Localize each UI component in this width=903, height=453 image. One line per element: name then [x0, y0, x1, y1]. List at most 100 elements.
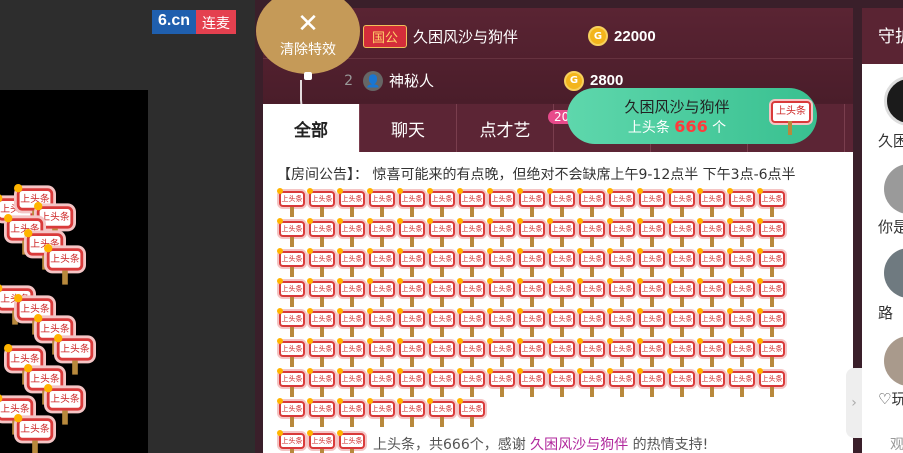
gift-sign-icon: 上头条 — [397, 218, 426, 247]
gift-sign-icon: 上头条 — [757, 188, 786, 217]
star-icon — [457, 368, 463, 374]
gift-sign-icon: 上头条 — [697, 188, 726, 217]
gift-sign-icon: 上头条 — [337, 308, 366, 337]
gift-sign-icon: 上头条 — [307, 188, 336, 217]
chat-body: 【房间公告】： 惊喜可能来的有点晚，但绝对不会缺席上午9-12点半 下午3点-6… — [263, 152, 853, 453]
star-icon — [517, 278, 523, 284]
gift-sign-icon: 上头条 — [487, 218, 516, 247]
star-icon — [427, 368, 433, 374]
gift-sign-icon: 上头条 — [607, 248, 636, 277]
star-icon — [3, 214, 13, 223]
coin-icon: G — [588, 26, 609, 46]
lianmai-button[interactable]: 连麦 — [196, 10, 237, 34]
star-icon — [487, 368, 493, 374]
gift-sign-icon: 上头条 — [577, 308, 606, 337]
star-icon — [307, 248, 313, 254]
gift-sign-icon: 上头条 — [697, 248, 726, 277]
clear-effects-label: 清除特效 — [280, 42, 336, 58]
star-icon — [637, 338, 643, 344]
star-icon — [277, 398, 283, 404]
star-icon — [667, 188, 673, 194]
chevron-right-icon[interactable]: › — [846, 368, 862, 438]
gift-sign-icon: 上头条 — [457, 188, 486, 217]
gift-sign-icon: 上头条 — [307, 338, 336, 367]
thanks-user-link[interactable]: 久困风沙与狗伴 — [530, 437, 628, 453]
tab-talent[interactable]: 点才艺 — [457, 104, 554, 152]
gift-sign-icon: 上头条 — [397, 368, 426, 397]
gift-sign-icon: 上头条 — [547, 248, 576, 277]
gift-sign-icon: 上头条 — [757, 338, 786, 367]
star-icon — [577, 308, 583, 314]
star-icon — [277, 278, 283, 284]
star-icon — [757, 278, 763, 284]
star-icon — [307, 218, 313, 224]
gift-sign-icon: 上头条 — [337, 338, 366, 367]
star-icon — [367, 218, 373, 224]
guard-avatar[interactable] — [884, 336, 903, 386]
rank-amount: 22000 — [614, 27, 656, 45]
star-icon — [54, 334, 63, 343]
gift-sign-icon: 上头条 — [337, 368, 366, 397]
guard-column: 守护 久困 你是 路 ♡玩 观 — [862, 8, 903, 453]
gift-sign-icon: 上头条 — [427, 248, 456, 277]
star-icon — [757, 218, 763, 224]
noble-badge: 国公 — [363, 24, 408, 48]
gift-sign-icon: 上头条 — [517, 308, 546, 337]
guard-name: 你是 — [878, 218, 903, 236]
star-icon — [337, 278, 343, 284]
star-icon — [607, 218, 613, 224]
star-icon — [577, 368, 583, 374]
star-icon — [367, 308, 373, 314]
gift-sign-icon: 上头条 — [277, 398, 306, 427]
gift-sign-icon: 上头条 — [14, 414, 54, 453]
star-icon — [367, 188, 373, 194]
star-icon — [277, 368, 283, 374]
tether-knob — [304, 72, 312, 80]
star-icon — [3, 344, 13, 353]
star-icon — [577, 218, 583, 224]
star-icon — [637, 218, 643, 224]
gift-sign-icon: 上头条 — [667, 188, 696, 217]
rank-user-name[interactable]: 神秘人 — [389, 70, 564, 91]
gift-sign-icon: 上头条 — [577, 188, 606, 217]
gift-sign-icon: 上头条 — [307, 308, 336, 337]
gift-sign-icon: 上头条 — [337, 188, 366, 217]
gift-sign-icon: 上头条 — [337, 248, 366, 277]
gift-sign-icon: 上头条 — [637, 308, 666, 337]
star-icon — [727, 218, 733, 224]
gift-sign-icon: 上头条 — [727, 308, 756, 337]
star-icon — [757, 248, 763, 254]
star-icon — [697, 188, 703, 194]
rank-user-name[interactable]: 久困风沙与狗伴 — [413, 26, 588, 47]
star-icon — [337, 398, 343, 404]
star-icon — [457, 338, 463, 344]
star-icon — [697, 278, 703, 284]
star-icon — [397, 368, 403, 374]
star-icon — [607, 248, 613, 254]
gift-sign-icon: 上头条 — [427, 218, 456, 247]
guard-avatar[interactable] — [884, 248, 903, 298]
gift-sign-icon: 上头条 — [757, 248, 786, 277]
toast-sign-icon: 上头条 — [770, 99, 811, 135]
gift-sign-icon: 上头条 — [427, 278, 456, 307]
star-icon — [517, 248, 523, 254]
guard-avatar[interactable] — [884, 164, 903, 214]
star-icon — [277, 430, 283, 436]
star-icon — [307, 430, 313, 436]
gift-sign-icon: 上头条 — [487, 308, 516, 337]
notice-text: 惊喜可能来的有点晚，但绝对不会缺席上午9-12点半 下午3点-6点半 — [372, 167, 796, 183]
tab-chat[interactable]: 聊天 — [360, 104, 457, 152]
gift-sign-icon: 上头条 — [457, 278, 486, 307]
star-icon — [457, 218, 463, 224]
gift-sign-icon: 上头条 — [307, 248, 336, 277]
guard-avatar[interactable] — [884, 76, 903, 126]
gift-sign-icon: 上头条 — [577, 338, 606, 367]
gift-sign-icon: 上头条 — [307, 278, 336, 307]
star-icon — [727, 278, 733, 284]
gift-sign-icon: 上头条 — [397, 248, 426, 277]
gift-sign-icon: 上头条 — [277, 218, 306, 247]
guard-more[interactable]: 观 — [890, 434, 903, 453]
gift-sign-icon: 上头条 — [427, 338, 456, 367]
star-icon — [427, 188, 433, 194]
star-icon — [337, 188, 343, 194]
